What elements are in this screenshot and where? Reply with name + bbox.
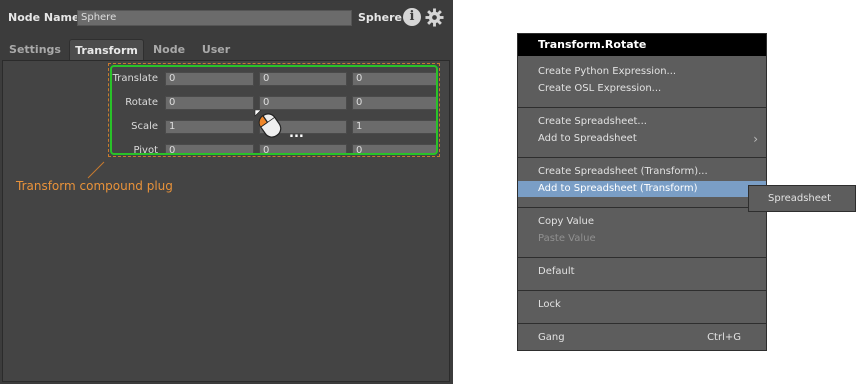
menu-separator <box>518 207 766 208</box>
menu-item-create-spreadsheet[interactable]: Create Spreadsheet... <box>518 114 766 130</box>
menu-item-add-to-spreadsheet-transform[interactable]: Add to Spreadsheet (Transform) › <box>518 181 766 197</box>
menu-separator <box>518 257 766 258</box>
menu-separator <box>518 323 766 324</box>
menu-item-add-to-spreadsheet[interactable]: Add to Spreadsheet › <box>518 131 766 147</box>
annotation-label: Transform compound plug <box>16 179 173 193</box>
menu-item-create-python-expression[interactable]: Create Python Expression... <box>518 64 766 80</box>
menu-item-create-osl-expression[interactable]: Create OSL Expression... <box>518 81 766 97</box>
submenu-item-spreadsheet[interactable]: Spreadsheet <box>749 186 855 211</box>
menu-item-paste-value: Paste Value <box>538 233 596 244</box>
spreadsheet-submenu: Spreadsheet <box>748 185 856 212</box>
menu-item-label: Add to Spreadsheet (Transform) <box>538 183 698 194</box>
menu-title: Transform.Rotate <box>518 34 766 56</box>
menu-item-gang[interactable]: Gang Ctrl+G <box>518 330 766 346</box>
mouse-icon: ... <box>254 110 304 140</box>
menu-separator <box>518 290 766 291</box>
menu-item-lock[interactable]: Lock <box>518 297 766 313</box>
chevron-right-icon: › <box>753 132 758 146</box>
menu-separator <box>518 157 766 158</box>
node-editor-panel: Node Name Sphere Sphere i Settings Trans… <box>0 0 453 384</box>
cursor-ellipsis: ... <box>289 126 304 140</box>
menu-item-label: Gang <box>538 332 565 343</box>
menu-item-label: Add to Spreadsheet <box>538 133 637 144</box>
menu-item-shortcut: Ctrl+G <box>707 332 741 343</box>
menu-separator <box>518 107 766 108</box>
context-menu: Transform.Rotate Create Python Expressio… <box>517 33 767 351</box>
menu-item-create-spreadsheet-transform[interactable]: Create Spreadsheet (Transform)... <box>518 164 766 180</box>
menu-item-default[interactable]: Default <box>518 264 766 280</box>
menu-item-copy-value[interactable]: Copy Value <box>518 214 766 230</box>
